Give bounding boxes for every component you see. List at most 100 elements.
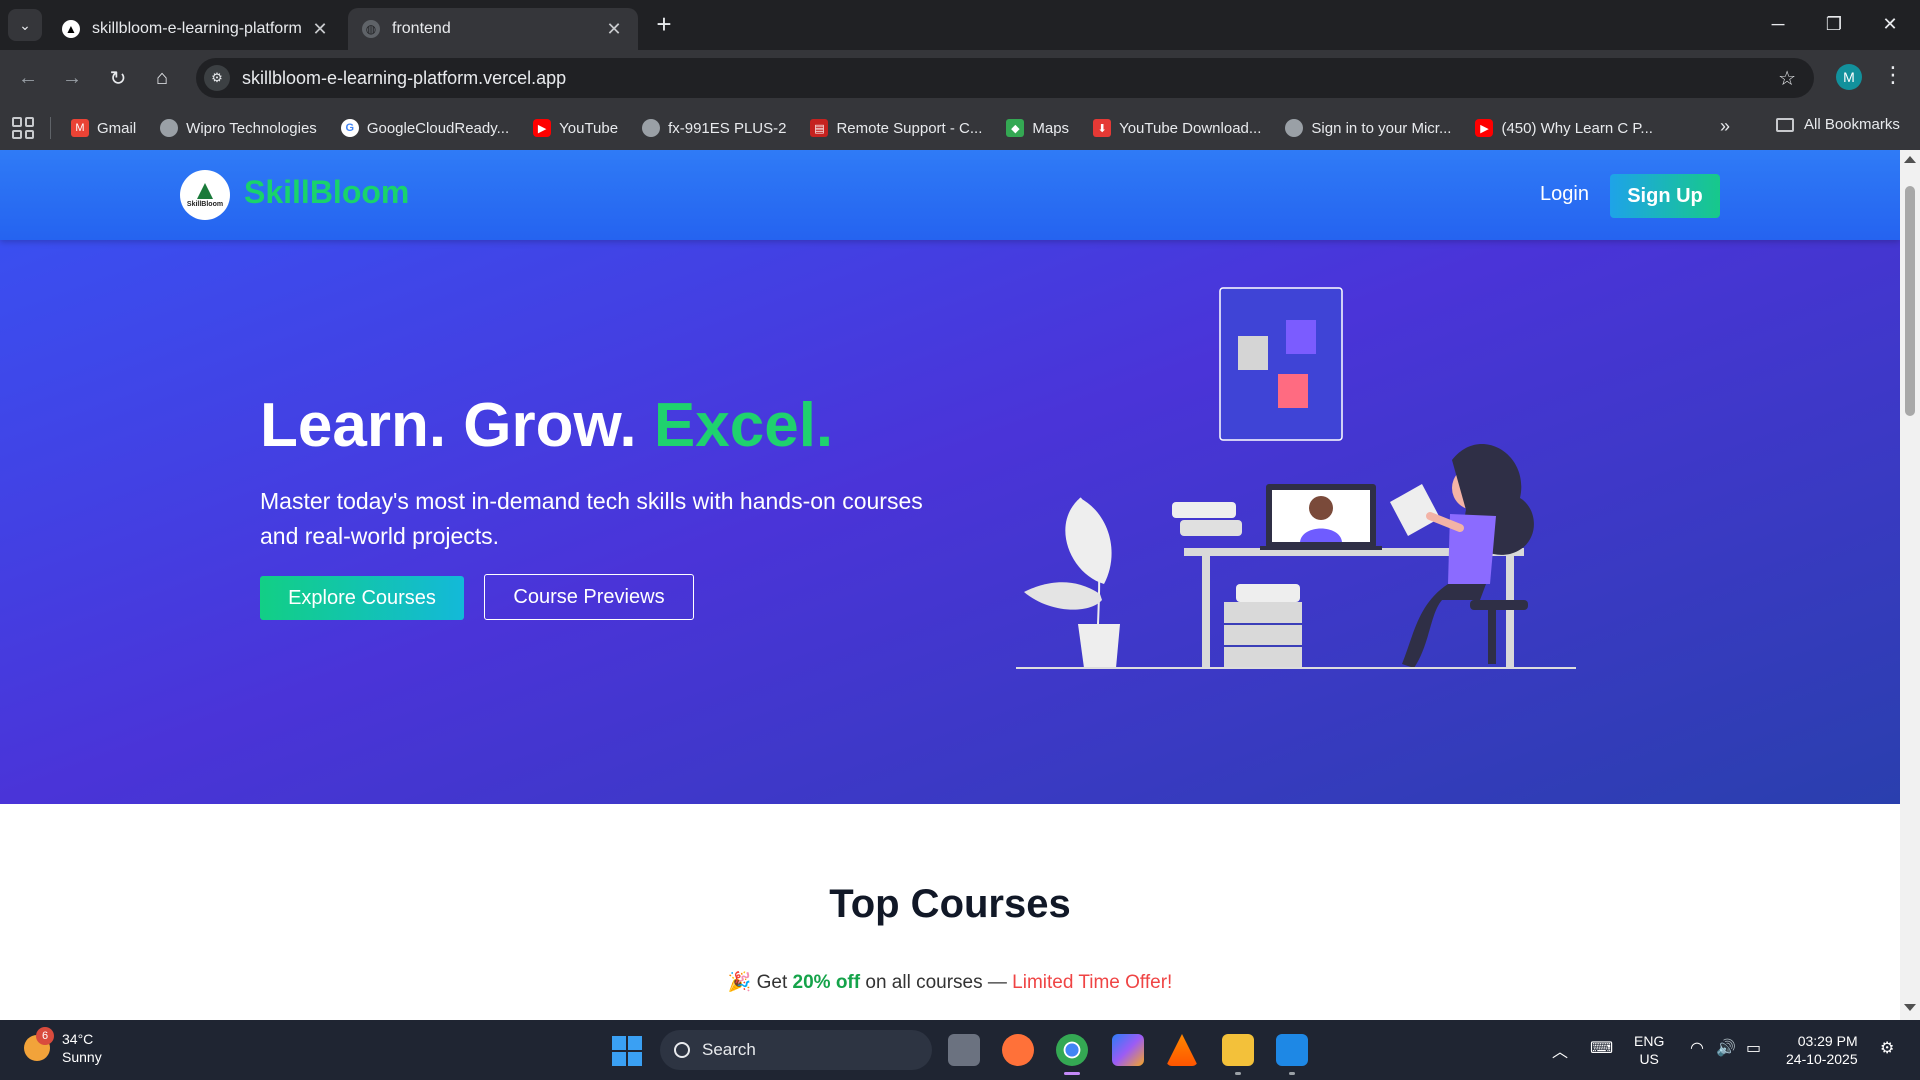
gmail-icon: M (71, 119, 89, 137)
login-link[interactable]: Login (1540, 183, 1589, 206)
download-icon: ⬇ (1093, 119, 1112, 137)
more-bookmarks-icon[interactable]: » (1720, 116, 1730, 137)
scroll-down-icon[interactable] (1904, 1004, 1916, 1011)
globe-icon (642, 119, 661, 137)
url-text[interactable]: skillbloom-e-learning-platform.vercel.ap… (242, 68, 566, 89)
bookmark-microsoft-signin[interactable]: Sign in to your Micr... (1285, 119, 1451, 137)
tab-frontend[interactable]: ◍ frontend ✕ (348, 8, 638, 50)
brand-name[interactable]: SkillBloom (244, 174, 409, 211)
bookmark-label: Maps (1032, 119, 1070, 137)
youtube-icon: ▶ (1475, 119, 1494, 137)
explore-courses-button[interactable]: Explore Courses (260, 576, 464, 620)
bookmark-gmail[interactable]: M Gmail (71, 119, 136, 137)
copilot-icon[interactable] (1112, 1034, 1144, 1066)
page-scrollbar[interactable] (1900, 150, 1920, 1020)
offer-text: on all courses — (860, 972, 1013, 993)
battery-icon[interactable]: ▭ (1746, 1038, 1761, 1058)
weather-condition: Sunny (62, 1049, 102, 1065)
close-window-button[interactable]: ✕ (1862, 0, 1918, 48)
forward-button[interactable]: → (58, 64, 86, 92)
top-courses-title: Top Courses (829, 882, 1071, 926)
bookmark-wipro[interactable]: Wipro Technologies (160, 119, 317, 137)
new-tab-button[interactable]: + (650, 9, 678, 39)
divider (50, 117, 51, 139)
home-button[interactable]: ⌂ (148, 64, 176, 92)
hero-title-main: Learn. Grow. (260, 391, 654, 460)
bookmark-why-learn-c[interactable]: ▶ (450) Why Learn C P... (1475, 119, 1653, 137)
hero-subtitle: Master today's most in-demand tech skill… (260, 488, 923, 549)
minimize-button[interactable]: ─ (1750, 0, 1806, 48)
remote-support-icon: ▤ (810, 119, 829, 137)
clock[interactable]: 03:29 PM 24-10-2025 (1786, 1032, 1858, 1068)
signup-button[interactable]: Sign Up (1610, 174, 1720, 218)
bookmark-label: (450) Why Learn C P... (1501, 119, 1653, 137)
bookmark-label: Sign in to your Micr... (1311, 119, 1452, 137)
offer-banner: 🎉 Get 20% off on all courses — Limited T… (0, 970, 1900, 994)
bookmark-remote-support[interactable]: ▤ Remote Support - C... (810, 119, 982, 137)
file-explorer-icon[interactable] (1222, 1034, 1254, 1075)
offer-limited: Limited Time Offer! (1012, 972, 1173, 993)
time: 03:29 PM (1797, 1033, 1858, 1049)
bookmark-googlecloudready[interactable]: G GoogleCloudReady... (340, 119, 510, 137)
task-view-icon[interactable] (948, 1034, 980, 1066)
bookmark-maps[interactable]: ◆ Maps (1006, 119, 1069, 137)
sprout-icon (197, 182, 213, 199)
bookmark-label: YouTube (559, 119, 619, 137)
start-button[interactable] (612, 1036, 642, 1066)
close-icon: ✕ (1882, 13, 1898, 34)
bookmark-label: YouTube Download... (1119, 119, 1262, 137)
vlc-icon[interactable] (1166, 1034, 1198, 1066)
menu-kebab-icon[interactable]: ⋮ (1882, 62, 1904, 88)
restore-button[interactable]: ❐ (1806, 0, 1862, 48)
vscode-icon[interactable] (1276, 1034, 1308, 1075)
bookmark-label: Wipro Technologies (186, 119, 317, 137)
restore-icon: ❐ (1825, 13, 1843, 34)
tab-skillbloom[interactable]: ▲ skillbloom-e-learning-platform ✕ (48, 8, 344, 50)
bookmark-youtube-download[interactable]: ⬇ YouTube Download... (1093, 119, 1261, 137)
close-icon[interactable]: ✕ (604, 19, 624, 40)
party-popper-icon: 🎉 (727, 972, 752, 993)
close-icon[interactable]: ✕ (310, 19, 330, 40)
bookmark-label: Remote Support - C... (836, 119, 983, 137)
logo-text: SkillBloom (186, 200, 224, 208)
address-bar[interactable]: ⚙ skillbloom-e-learning-platform.vercel.… (196, 58, 1814, 98)
all-bookmarks-button[interactable]: All Bookmarks (1776, 116, 1900, 133)
bookmark-youtube[interactable]: ▶ YouTube (533, 119, 618, 137)
arrow-right-icon: → (62, 66, 82, 89)
browser-toolbar: ← → ↻ ⌂ ⚙ skillbloom-e-learning-platform… (0, 50, 1920, 106)
tab-title: skillbloom-e-learning-platform (92, 20, 302, 37)
chevron-up-icon[interactable]: ︿ (1552, 1038, 1568, 1062)
lang-code: ENG (1634, 1033, 1665, 1049)
reload-button[interactable]: ↻ (104, 64, 132, 92)
leaf (1065, 498, 1112, 584)
chrome-icon[interactable] (1056, 1034, 1088, 1075)
firefox-icon[interactable] (1002, 1034, 1034, 1066)
bookmark-star-icon[interactable]: ☆ (1778, 66, 1796, 91)
vercel-icon: ▲ (62, 20, 80, 38)
region-code: US (1639, 1051, 1659, 1067)
scroll-thumb[interactable] (1905, 186, 1915, 416)
keyboard-icon[interactable]: ⌨ (1590, 1038, 1613, 1058)
hero-title-accent: Excel. (653, 391, 834, 460)
notifications-icon[interactable]: ⚙ (1880, 1038, 1894, 1058)
taskbar-search[interactable]: Search (660, 1030, 932, 1070)
course-previews-button[interactable]: Course Previews (484, 574, 694, 620)
offer-discount: 20% off (792, 972, 861, 993)
wifi-icon[interactable]: ◠ (1690, 1038, 1704, 1058)
apps-grid-icon[interactable] (12, 117, 34, 139)
weather-widget[interactable]: 6 34°C Sunny (24, 1027, 102, 1066)
scroll-up-icon[interactable] (1904, 156, 1916, 163)
folder-icon (1776, 117, 1794, 132)
profile-avatar[interactable]: M (1836, 64, 1862, 90)
hero-illustration (1016, 287, 1576, 669)
back-button[interactable]: ← (14, 64, 42, 92)
bookmark-label: GoogleCloudReady... (366, 119, 510, 137)
logo[interactable]: SkillBloom (180, 170, 230, 220)
language-indicator[interactable]: ENG US (1634, 1032, 1664, 1068)
volume-icon[interactable]: 🔊 (1716, 1038, 1736, 1058)
site-info-icon[interactable]: ⚙ (204, 65, 230, 91)
bookmark-fx991[interactable]: fx-991ES PLUS-2 (642, 119, 786, 137)
hero-title: Learn. Grow. Excel. (260, 390, 833, 461)
tab-search-button[interactable]: ⌄ (8, 9, 42, 41)
arrow-left-icon: ← (18, 66, 38, 89)
